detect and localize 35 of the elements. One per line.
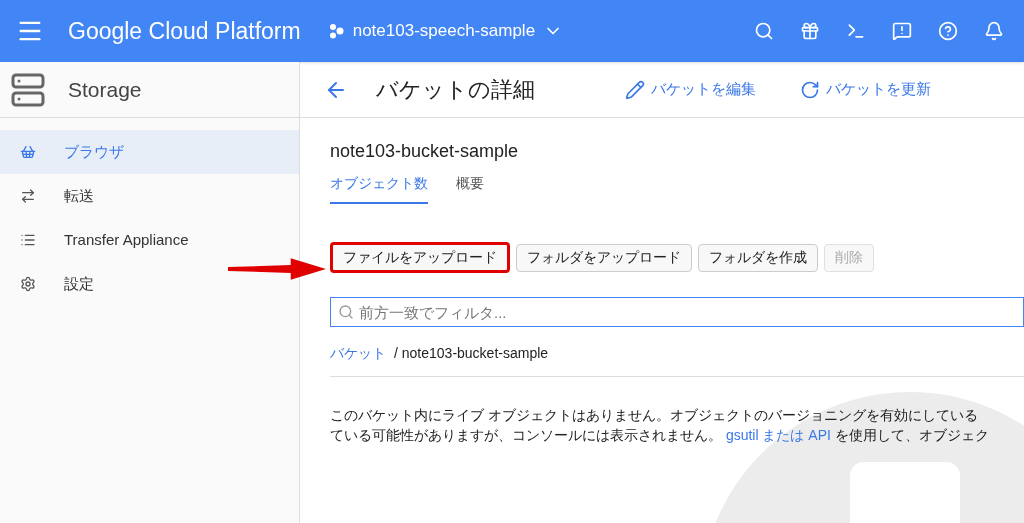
basket-icon [20,144,36,160]
breadcrumb-link[interactable]: バケット [330,343,386,364]
refresh-icon [800,79,820,100]
breadcrumb-current: / note103-bucket-sample [394,344,549,363]
tab[interactable]: 概要 [456,173,484,204]
sidebar-item[interactable]: Transfer Appliance [0,218,299,262]
search-icon [338,304,354,320]
pencil-icon [625,79,645,100]
gear-icon [20,276,36,292]
swap-arrows-icon [20,188,36,204]
help-icon[interactable] [938,21,958,41]
api-link[interactable]: gsutil または API [725,427,831,443]
search-icon[interactable] [754,21,774,41]
gift-icon[interactable] [800,21,820,41]
project-selector[interactable]: note103-speech-sample [328,18,564,44]
tab[interactable]: オブジェクト数 [330,173,428,204]
toolbar-button[interactable]: ファイルをアップロード [330,242,510,273]
action-button[interactable]: バケットを更新 [800,78,931,101]
app-title: Google Cloud Platform [68,16,301,46]
bell-icon[interactable] [984,21,1004,41]
terminal-icon[interactable] [846,21,866,41]
bucket-name: note103-bucket-sample [330,140,519,163]
sidebar-item[interactable]: ブラウザ [0,130,299,174]
empty-message: このバケット内にライブ オブジェクトはありません。オブジェクトのバージョニングを有効にしている ている可能性がありますが、コンソールには表示されません。 gsutil または API を使用して、オブジェク [330,406,990,445]
list-icon [20,232,36,248]
dots-icon [328,23,345,39]
toolbar-button[interactable]: フォルダを作成 [698,243,818,272]
feedback-icon[interactable] [892,21,912,41]
toolbar-button[interactable]: フォルダをアップロード [516,243,692,272]
sidebar-title: Storage [68,76,142,103]
page-title: バケットの詳細 [376,76,535,104]
filter-field[interactable]: 前方一致でフィルタ... [330,297,1024,327]
action-button[interactable]: バケットを編集 [625,78,756,101]
sidebar-item[interactable]: 設定 [0,262,299,306]
sidebar-item[interactable]: 転送 [0,174,299,218]
